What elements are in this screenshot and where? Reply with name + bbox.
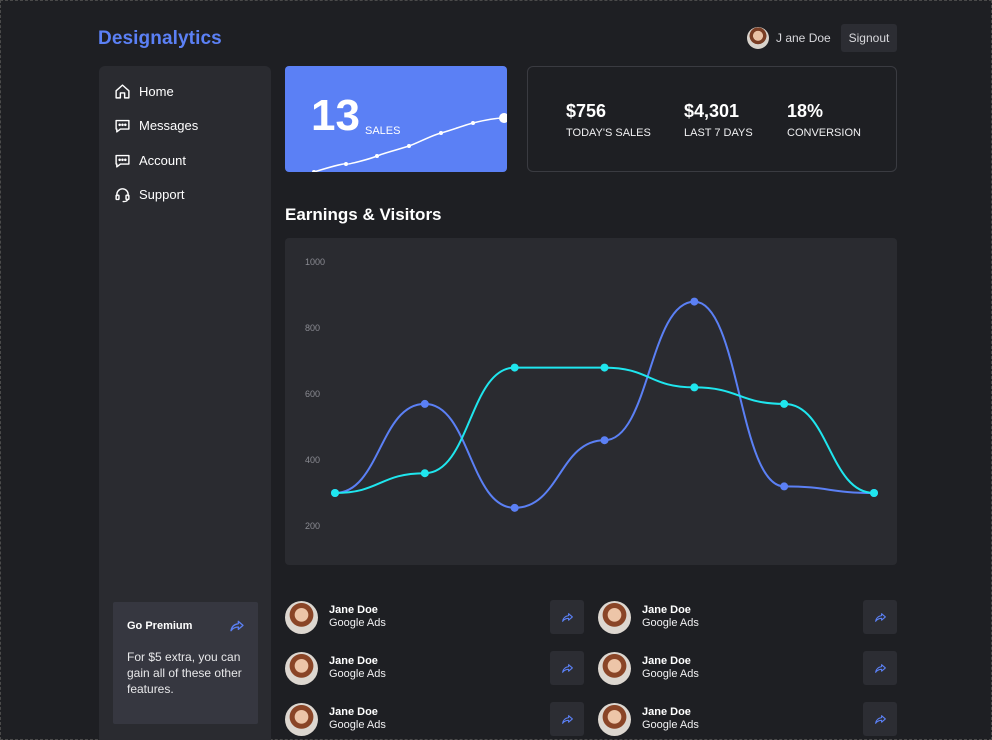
brand-logo[interactable]: Designalytics	[98, 28, 222, 50]
series-line-2	[334, 366, 875, 494]
share-arrow-icon	[874, 663, 886, 673]
sidebar-item-label: Home	[139, 83, 174, 99]
contact-name: Jane Doe	[642, 655, 691, 667]
stat-value: 18%	[787, 101, 824, 121]
sidebar-item-support[interactable]: Support	[114, 183, 185, 205]
data-point[interactable]	[600, 436, 609, 445]
data-point[interactable]	[600, 363, 609, 372]
share-arrow-icon	[561, 663, 573, 673]
user-profile[interactable]: J ane Doe	[747, 27, 831, 49]
avatar	[598, 600, 631, 634]
share-arrow-icon	[561, 714, 573, 724]
y-tick-label: 800	[305, 323, 320, 333]
section-title: Earnings & Visitors	[285, 205, 442, 224]
user-name: J ane Doe	[776, 31, 831, 45]
contact-source: Google Ads	[329, 668, 386, 680]
premium-card: Go Premium For $5 extra, you can gain al…	[113, 602, 258, 724]
avatar	[285, 651, 318, 685]
y-tick-label: 600	[305, 389, 320, 399]
stat-todays-sales: $756 TODAY'S SALES	[566, 101, 651, 139]
chat-icon	[115, 154, 130, 168]
contact-name: Jane Doe	[642, 604, 691, 616]
sales-label: SALES	[365, 125, 401, 137]
contact-info: Jane Doe Google Ads	[329, 604, 386, 630]
contact-name: Jane Doe	[329, 706, 378, 718]
chat-icon	[115, 119, 130, 133]
avatar	[598, 702, 631, 736]
share-button[interactable]	[550, 651, 584, 685]
list-item: Jane Doe Google Ads	[285, 600, 584, 634]
data-point[interactable]	[510, 503, 519, 512]
data-point[interactable]	[420, 399, 429, 408]
sidebar-item-label: Support	[139, 186, 185, 202]
premium-title: Go Premium	[127, 620, 193, 632]
stat-value: $4,301	[684, 101, 740, 121]
share-button[interactable]	[863, 651, 897, 685]
data-point[interactable]	[331, 489, 339, 497]
sidebar-item-label: Messages	[139, 117, 199, 133]
share-arrow-icon	[561, 612, 573, 622]
data-point[interactable]	[690, 297, 699, 306]
contact-source: Google Ads	[642, 719, 699, 731]
share-button[interactable]	[550, 702, 584, 736]
home-icon	[115, 83, 130, 99]
list-item: Jane Doe Google Ads	[285, 702, 584, 736]
contact-info: Jane Doe Google Ads	[642, 604, 699, 630]
sidebar-item-label: Account	[139, 152, 186, 168]
contact-source: Google Ads	[642, 617, 699, 629]
sidebar-item-messages[interactable]: Messages	[114, 114, 198, 136]
earnings-visitors-chart: 200 400 600 800 1000	[285, 238, 897, 565]
list-item: Jane Doe Google Ads	[598, 600, 897, 634]
data-point[interactable]	[780, 482, 789, 491]
share-button[interactable]	[863, 600, 897, 634]
contact-source: Google Ads	[329, 719, 386, 731]
avatar	[747, 27, 769, 49]
headset-icon	[115, 187, 130, 202]
data-point[interactable]	[510, 363, 519, 372]
y-tick-label: 1000	[305, 257, 325, 267]
sales-card: 13 SALES	[285, 66, 507, 172]
avatar	[598, 651, 631, 685]
stat-conversion: 18% CONVERSION	[787, 101, 861, 139]
chart-svg: 200 400 600 800 1000	[305, 257, 878, 531]
stat-last-7-days: $4,301 LAST 7 DAYS	[684, 101, 753, 139]
stat-label: TODAY'S SALES	[566, 127, 651, 139]
share-arrow-icon	[874, 714, 886, 724]
data-point[interactable]	[690, 383, 699, 392]
sidebar-item-home[interactable]: Home	[114, 80, 174, 102]
signout-button[interactable]: Signout	[841, 24, 897, 52]
stats-card: $756 TODAY'S SALES $4,301 LAST 7 DAYS 18…	[527, 66, 897, 172]
share-button[interactable]	[863, 702, 897, 736]
list-item: Jane Doe Google Ads	[285, 651, 584, 685]
avatar	[285, 702, 318, 736]
contact-source: Google Ads	[642, 668, 699, 680]
contact-name: Jane Doe	[329, 655, 378, 667]
stat-value: $756	[566, 101, 607, 121]
contact-info: Jane Doe Google Ads	[329, 655, 386, 681]
contact-info: Jane Doe Google Ads	[642, 655, 699, 681]
premium-text: For $5 extra, you can gain all of these …	[127, 650, 242, 696]
data-point[interactable]	[420, 469, 429, 478]
list-item: Jane Doe Google Ads	[598, 651, 897, 685]
share-arrow-icon[interactable]	[229, 618, 245, 634]
sidebar-item-account[interactable]: Account	[114, 149, 186, 171]
data-point[interactable]	[870, 489, 878, 497]
stat-label: LAST 7 DAYS	[684, 127, 753, 139]
y-tick-label: 400	[305, 455, 320, 465]
data-point[interactable]	[780, 399, 789, 408]
stat-label: CONVERSION	[787, 127, 861, 139]
share-arrow-icon	[874, 612, 886, 622]
contact-source: Google Ads	[329, 617, 386, 629]
list-item: Jane Doe Google Ads	[598, 702, 897, 736]
contact-name: Jane Doe	[642, 706, 691, 718]
sales-count: 13	[311, 91, 360, 140]
share-button[interactable]	[550, 600, 584, 634]
avatar	[285, 600, 318, 634]
contact-name: Jane Doe	[329, 604, 378, 616]
y-tick-label: 200	[305, 521, 320, 531]
sidebar: Home Messages Account Support Go Premium…	[99, 66, 271, 740]
contact-info: Jane Doe Google Ads	[329, 706, 386, 732]
contact-info: Jane Doe Google Ads	[642, 706, 699, 732]
